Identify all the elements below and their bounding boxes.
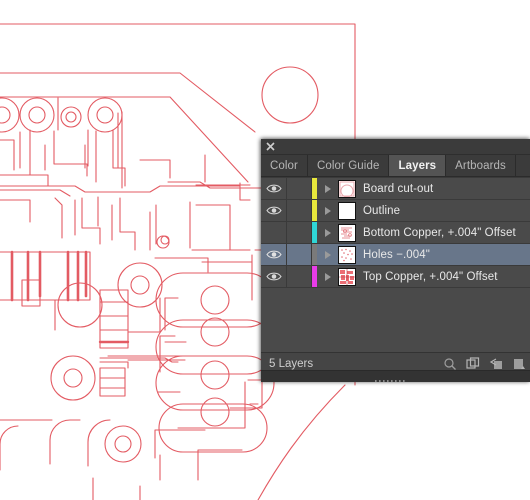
expand-arrow[interactable] xyxy=(317,266,338,287)
layer-name: Holes −.004" xyxy=(363,248,430,261)
table-row[interactable]: Board cut-out xyxy=(261,178,530,200)
lock-toggle[interactable] xyxy=(287,178,312,199)
visibility-toggle[interactable] xyxy=(261,266,287,287)
eye-icon xyxy=(265,272,282,281)
layer-name: Top Copper, +.004" Offset xyxy=(363,270,498,283)
visibility-toggle[interactable] xyxy=(261,178,287,199)
layer-name: Board cut-out xyxy=(363,182,434,195)
table-row[interactable]: Top Copper, +.004" Offset xyxy=(261,266,530,288)
layer-count-label: 5 Layers xyxy=(269,358,314,370)
layer-name: Outline xyxy=(363,204,401,217)
expand-arrow[interactable] xyxy=(317,200,338,221)
expand-arrow[interactable] xyxy=(317,244,338,265)
table-row[interactable]: Bottom Copper, +.004" Offset xyxy=(261,222,530,244)
layer-name: Bottom Copper, +.004" Offset xyxy=(363,226,516,239)
layers-panel[interactable]: Color Color Guide Layers Artboards Board… xyxy=(261,139,530,382)
layer-thumbnail xyxy=(338,267,356,286)
tab-artboards[interactable]: Artboards xyxy=(446,155,516,176)
eye-icon xyxy=(265,184,282,193)
lock-toggle[interactable] xyxy=(287,244,312,265)
visibility-toggle[interactable] xyxy=(261,244,287,265)
lock-toggle[interactable] xyxy=(287,266,312,287)
visibility-toggle[interactable] xyxy=(261,222,287,243)
table-row[interactable]: Outline xyxy=(261,200,530,222)
resize-grip[interactable] xyxy=(374,375,417,382)
lock-toggle[interactable] xyxy=(287,222,312,243)
visibility-toggle[interactable] xyxy=(261,200,287,221)
table-row[interactable]: Holes −.004" xyxy=(261,244,530,266)
tab-color[interactable]: Color xyxy=(261,155,308,176)
tab-layers[interactable]: Layers xyxy=(389,155,447,176)
tab-color-guide[interactable]: Color Guide xyxy=(307,155,390,176)
eye-icon xyxy=(265,250,282,259)
panel-titlebar[interactable] xyxy=(261,139,530,155)
expand-arrow[interactable] xyxy=(317,178,338,199)
eye-icon xyxy=(265,206,282,215)
layer-thumbnail xyxy=(338,201,356,220)
expand-arrow[interactable] xyxy=(317,222,338,243)
panel-tab-strip[interactable]: Color Color Guide Layers Artboards xyxy=(261,155,530,177)
layer-thumbnail xyxy=(338,179,356,198)
lock-toggle[interactable] xyxy=(287,200,312,221)
tab-strip-filler xyxy=(515,155,530,176)
layer-list[interactable]: Board cut-out Outline Bottom Copper, +.0… xyxy=(261,177,530,352)
layer-thumbnail xyxy=(338,245,356,264)
layer-thumbnail xyxy=(338,223,356,242)
close-icon[interactable] xyxy=(265,141,276,152)
panel-resize-dockbar[interactable] xyxy=(261,370,530,382)
